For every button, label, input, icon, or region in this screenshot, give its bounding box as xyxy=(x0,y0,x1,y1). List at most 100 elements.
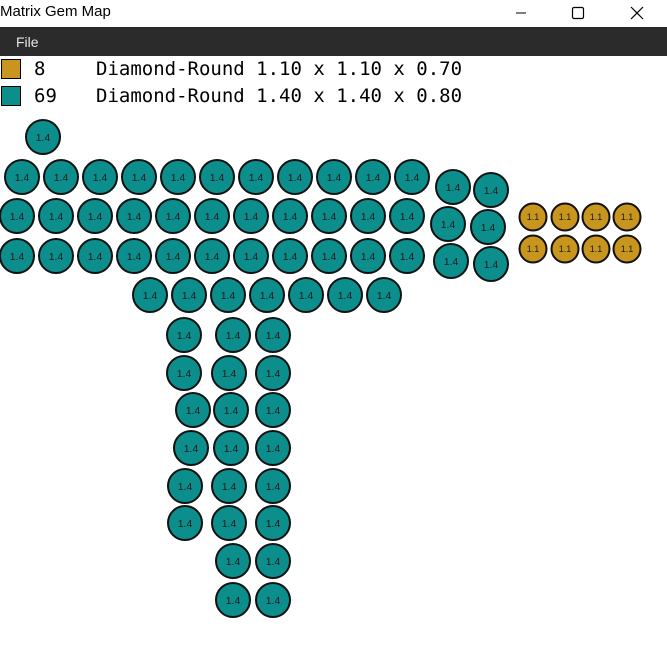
gem-large[interactable]: 1.4 xyxy=(470,209,506,245)
gem-large-label: 1.4 xyxy=(327,172,342,184)
gem-large[interactable]: 1.4 xyxy=(167,468,203,504)
gem-large[interactable]: 1.4 xyxy=(213,392,249,428)
gem-large[interactable]: 1.4 xyxy=(194,238,230,274)
gem-large[interactable]: 1.4 xyxy=(210,277,246,313)
gem-large[interactable]: 1.4 xyxy=(116,198,152,234)
gem-large[interactable]: 1.4 xyxy=(77,198,113,234)
gem-large-label: 1.4 xyxy=(88,211,103,223)
app-window: Matrix Gem Map File 8 Diamond-Round 1.10… xyxy=(0,0,667,651)
gem-large[interactable]: 1.4 xyxy=(0,198,35,234)
gem-small[interactable]: 1.1 xyxy=(550,234,580,264)
gem-large-label: 1.4 xyxy=(266,405,281,417)
gem-large[interactable]: 1.4 xyxy=(255,430,291,466)
gem-large[interactable]: 1.4 xyxy=(255,582,291,618)
gem-large[interactable]: 1.4 xyxy=(175,392,211,428)
gem-large-label: 1.4 xyxy=(484,185,499,197)
gem-large[interactable]: 1.4 xyxy=(366,277,402,313)
gem-large[interactable]: 1.4 xyxy=(171,277,207,313)
gem-small[interactable]: 1.1 xyxy=(612,202,642,232)
gem-large[interactable]: 1.4 xyxy=(255,392,291,428)
gem-large[interactable]: 1.4 xyxy=(38,198,74,234)
gem-large-label: 1.4 xyxy=(260,290,275,302)
gem-large[interactable]: 1.4 xyxy=(272,238,308,274)
gem-large[interactable]: 1.4 xyxy=(255,355,291,391)
gem-large-label: 1.4 xyxy=(36,132,51,144)
gem-large[interactable]: 1.4 xyxy=(199,159,235,195)
gem-large[interactable]: 1.4 xyxy=(311,198,347,234)
gem-large[interactable]: 1.4 xyxy=(132,277,168,313)
gem-large[interactable]: 1.4 xyxy=(233,198,269,234)
gem-large[interactable]: 1.4 xyxy=(173,430,209,466)
gem-large[interactable]: 1.4 xyxy=(355,159,391,195)
gem-large[interactable]: 1.4 xyxy=(213,430,249,466)
gem-large[interactable]: 1.4 xyxy=(194,198,230,234)
gem-large[interactable]: 1.4 xyxy=(238,159,274,195)
gem-small-label: 1.1 xyxy=(527,212,540,222)
gem-large-label: 1.4 xyxy=(484,259,499,271)
gem-large[interactable]: 1.4 xyxy=(121,159,157,195)
gem-large[interactable]: 1.4 xyxy=(4,159,40,195)
gem-large[interactable]: 1.4 xyxy=(0,238,35,274)
gem-large-label: 1.4 xyxy=(182,290,197,302)
gem-large[interactable]: 1.4 xyxy=(233,238,269,274)
gem-small[interactable]: 1.1 xyxy=(550,202,580,232)
gem-large-label: 1.4 xyxy=(283,251,298,263)
gem-large[interactable]: 1.4 xyxy=(473,172,509,208)
gem-large[interactable]: 1.4 xyxy=(435,169,471,205)
gem-large[interactable]: 1.4 xyxy=(215,582,251,618)
gem-large[interactable]: 1.4 xyxy=(272,198,308,234)
gem-large[interactable]: 1.4 xyxy=(255,505,291,541)
gem-large-label: 1.4 xyxy=(299,290,314,302)
gem-large-label: 1.4 xyxy=(177,330,192,342)
gem-large[interactable]: 1.4 xyxy=(38,238,74,274)
gem-large[interactable]: 1.4 xyxy=(160,159,196,195)
gem-large[interactable]: 1.4 xyxy=(389,198,425,234)
gem-large[interactable]: 1.4 xyxy=(116,238,152,274)
gem-large[interactable]: 1.4 xyxy=(155,238,191,274)
gem-small[interactable]: 1.1 xyxy=(518,202,548,232)
gem-large[interactable]: 1.4 xyxy=(82,159,118,195)
gem-large[interactable]: 1.4 xyxy=(394,159,430,195)
gem-large[interactable]: 1.4 xyxy=(311,238,347,274)
gem-large[interactable]: 1.4 xyxy=(155,198,191,234)
gem-large[interactable]: 1.4 xyxy=(255,468,291,504)
gem-large[interactable]: 1.4 xyxy=(389,238,425,274)
gem-large-label: 1.4 xyxy=(266,368,281,380)
gem-large[interactable]: 1.4 xyxy=(255,317,291,353)
gem-large[interactable]: 1.4 xyxy=(211,505,247,541)
gem-small[interactable]: 1.1 xyxy=(581,202,611,232)
gem-small-label: 1.1 xyxy=(621,212,634,222)
gem-large[interactable]: 1.4 xyxy=(350,238,386,274)
gem-large[interactable]: 1.4 xyxy=(473,246,509,282)
gem-large[interactable]: 1.4 xyxy=(255,543,291,579)
gem-large[interactable]: 1.4 xyxy=(350,198,386,234)
gem-large[interactable]: 1.4 xyxy=(211,468,247,504)
gem-large[interactable]: 1.4 xyxy=(166,355,202,391)
gem-large[interactable]: 1.4 xyxy=(43,159,79,195)
gem-large-label: 1.4 xyxy=(224,443,239,455)
gem-large[interactable]: 1.4 xyxy=(288,277,324,313)
gem-large-label: 1.4 xyxy=(322,251,337,263)
gem-large[interactable]: 1.4 xyxy=(215,317,251,353)
gem-large[interactable]: 1.4 xyxy=(249,277,285,313)
gem-large-label: 1.4 xyxy=(400,211,415,223)
gem-large[interactable]: 1.4 xyxy=(211,355,247,391)
gem-small[interactable]: 1.1 xyxy=(612,234,642,264)
gem-large[interactable]: 1.4 xyxy=(25,119,61,155)
gem-large-label: 1.4 xyxy=(244,251,259,263)
gem-large[interactable]: 1.4 xyxy=(316,159,352,195)
gem-large[interactable]: 1.4 xyxy=(166,317,202,353)
gem-large[interactable]: 1.4 xyxy=(215,543,251,579)
gem-large-label: 1.4 xyxy=(10,251,25,263)
gem-small[interactable]: 1.1 xyxy=(518,234,548,264)
gem-large[interactable]: 1.4 xyxy=(433,243,469,279)
gem-large-label: 1.4 xyxy=(222,518,237,530)
gem-small[interactable]: 1.1 xyxy=(581,234,611,264)
gem-large[interactable]: 1.4 xyxy=(77,238,113,274)
gem-large-label: 1.4 xyxy=(49,211,64,223)
gem-large-label: 1.4 xyxy=(441,219,456,231)
gem-large[interactable]: 1.4 xyxy=(277,159,313,195)
gem-large[interactable]: 1.4 xyxy=(430,206,466,242)
gem-large[interactable]: 1.4 xyxy=(327,277,363,313)
gem-large[interactable]: 1.4 xyxy=(167,505,203,541)
